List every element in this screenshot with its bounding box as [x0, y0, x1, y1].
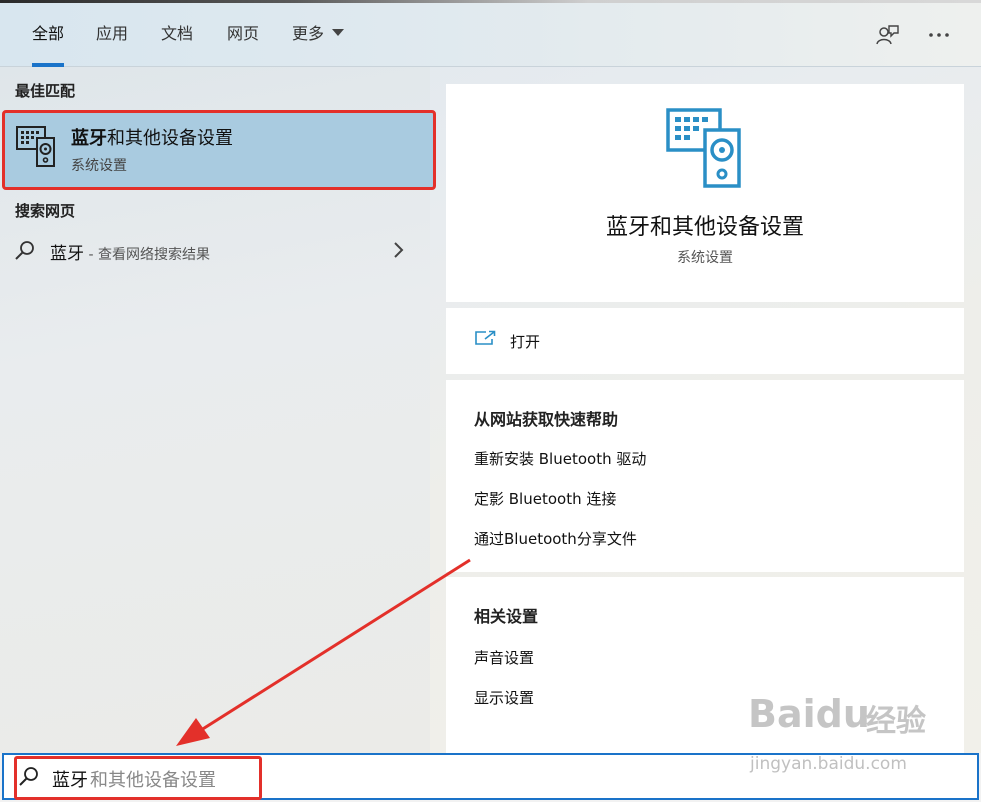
- tab-label: 应用: [96, 24, 129, 43]
- related-link-sound[interactable]: 声音设置: [474, 647, 534, 668]
- best-match-subtitle: 系统设置: [71, 158, 127, 174]
- tab-label: 网页: [227, 24, 260, 43]
- web-query: 蓝牙: [50, 244, 84, 264]
- detail-subtitle: 系统设置: [677, 250, 733, 266]
- detail-title: 蓝牙和其他设备设置: [605, 215, 804, 240]
- web-hint: - 查看网络搜索结果: [84, 247, 210, 263]
- bluetooth-devices-icon: [15, 124, 59, 168]
- title-rest-part: 和其他设备设置: [107, 128, 233, 149]
- help-link-reinstall-driver[interactable]: 重新安装 Bluetooth 驱动: [474, 448, 646, 469]
- tab-all[interactable]: 全部: [18, 3, 78, 67]
- tab-label: 更多: [292, 24, 325, 43]
- best-match-heading: 最佳匹配: [15, 82, 76, 100]
- best-match-item[interactable]: 蓝牙和其他设备设置 系统设置: [2, 110, 436, 190]
- tab-documents[interactable]: 文档: [147, 3, 207, 67]
- bluetooth-devices-icon: [665, 108, 745, 188]
- quick-help-card: 从网站获取快速帮助 重新安装 Bluetooth 驱动 定影 Bluetooth…: [446, 380, 964, 572]
- watermark-url: jingyan.baidu.com: [750, 754, 907, 774]
- web-search-result[interactable]: 蓝牙 - 查看网络搜索结果: [0, 230, 430, 272]
- tab-web[interactable]: 网页: [213, 3, 273, 67]
- related-settings-heading: 相关设置: [474, 607, 539, 626]
- baidu-watermark: Baidu 经验 jingyan.baidu.com: [748, 692, 968, 782]
- tab-apps[interactable]: 应用: [82, 3, 142, 67]
- ellipsis-icon[interactable]: [923, 19, 955, 51]
- tab-more[interactable]: 更多: [278, 3, 358, 67]
- search-web-heading: 搜索网页: [15, 202, 76, 220]
- chevron-right-icon[interactable]: [392, 240, 404, 265]
- search-icon: [14, 240, 36, 266]
- open-icon: [474, 330, 496, 350]
- annotation-highlight-box: [14, 756, 262, 800]
- watermark-logo-cn: 经验: [866, 704, 926, 739]
- related-link-display[interactable]: 显示设置: [474, 687, 534, 708]
- quick-help-heading: 从网站获取快速帮助: [474, 410, 619, 429]
- open-action[interactable]: 打开: [446, 308, 964, 374]
- open-label: 打开: [510, 333, 541, 351]
- help-link-share-files[interactable]: 通过Bluetooth分享文件: [474, 528, 637, 549]
- watermark-logo: Baidu: [748, 692, 870, 736]
- help-link-fix-connection[interactable]: 定影 Bluetooth 连接: [474, 488, 616, 509]
- chevron-down-icon: [332, 29, 345, 36]
- feedback-icon[interactable]: [871, 19, 903, 51]
- tab-label: 全部: [32, 24, 65, 43]
- title-bold-part: 蓝牙: [71, 128, 107, 149]
- tab-bar: 全部 应用 文档 网页 更多: [0, 3, 981, 67]
- detail-hero-card: 蓝牙和其他设备设置 系统设置: [446, 84, 964, 302]
- best-match-title: 蓝牙和其他设备设置: [71, 124, 233, 150]
- tab-label: 文档: [161, 24, 194, 43]
- web-result-text: 蓝牙 - 查看网络搜索结果: [50, 239, 210, 264]
